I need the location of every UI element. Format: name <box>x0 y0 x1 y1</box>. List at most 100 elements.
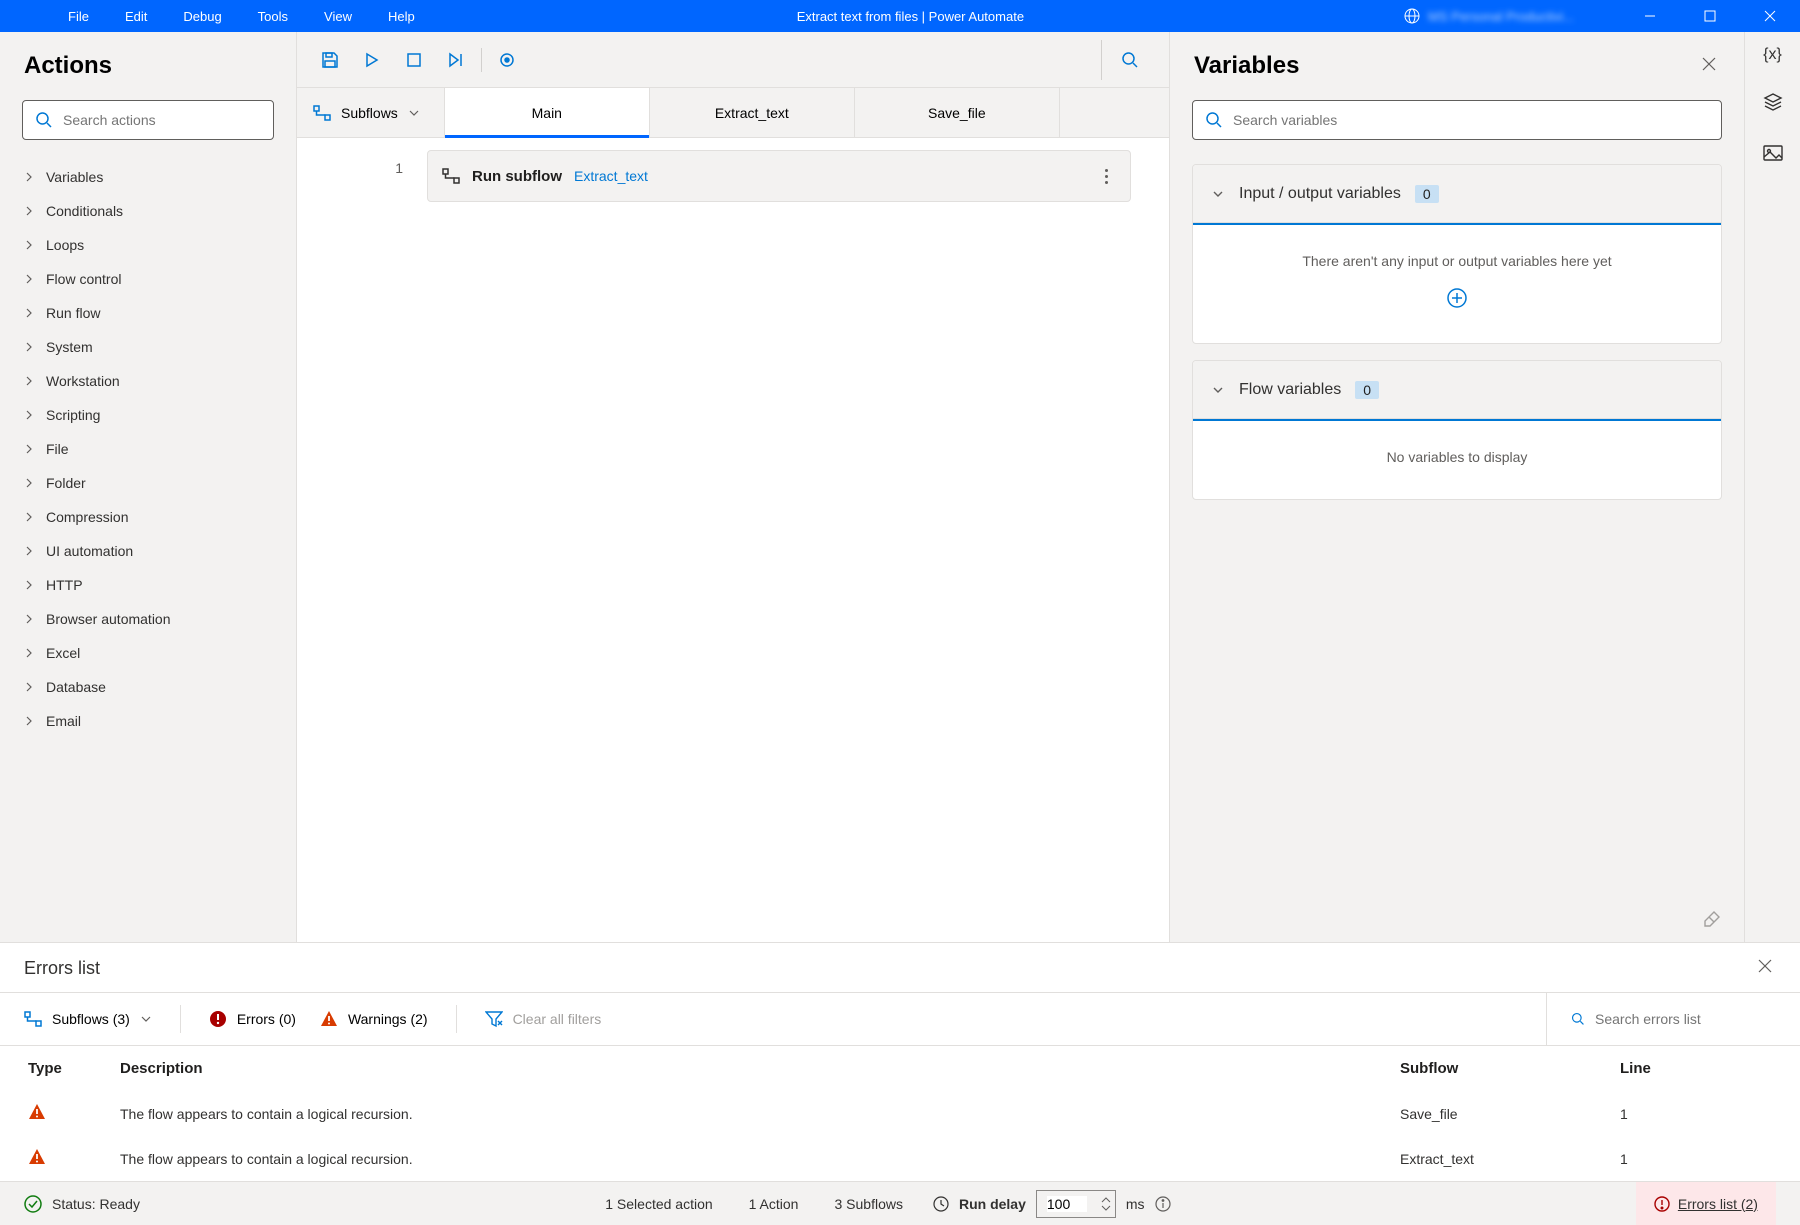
status-actions: 1 Action <box>749 1196 799 1212</box>
menu-tools[interactable]: Tools <box>240 3 306 30</box>
tab-main[interactable]: Main <box>445 88 650 137</box>
actions-search-field[interactable] <box>63 112 261 128</box>
globe-icon <box>1404 8 1420 24</box>
action-cat-browser[interactable]: Browser automation <box>0 602 296 636</box>
close-errors-button[interactable] <box>1754 955 1776 982</box>
action-cat-database[interactable]: Database <box>0 670 296 704</box>
action-cat-loops[interactable]: Loops <box>0 228 296 262</box>
rail-variables-button[interactable]: {x} <box>1763 46 1782 64</box>
step-button[interactable] <box>435 40 477 80</box>
action-cat-uiautomation[interactable]: UI automation <box>0 534 296 568</box>
chevron-down-icon <box>140 1013 152 1025</box>
subflows-dropdown[interactable]: Subflows <box>297 88 445 137</box>
action-cat-file[interactable]: File <box>0 432 296 466</box>
flow-canvas[interactable]: Run subflow Extract_text <box>427 138 1169 942</box>
menu-view[interactable]: View <box>306 3 370 30</box>
maximize-button[interactable] <box>1680 0 1740 32</box>
tab-save-file[interactable]: Save_file <box>855 88 1060 137</box>
flow-variables-toggle[interactable]: Flow variables 0 <box>1193 361 1721 419</box>
actions-title: Actions <box>0 32 296 92</box>
rail-layers-button[interactable] <box>1763 92 1783 117</box>
variables-search-input[interactable] <box>1192 100 1722 140</box>
warning-icon <box>28 1148 46 1166</box>
tab-extract-text[interactable]: Extract_text <box>650 88 855 137</box>
errors-toolbar: Subflows (3) Errors (0) Warnings (2) Cle… <box>0 992 1800 1046</box>
warnings-count-filter[interactable]: Warnings (2) <box>320 1010 428 1028</box>
run-delay-input[interactable] <box>1036 1190 1116 1218</box>
errors-table-header: Type Description Subflow Line <box>0 1046 1800 1091</box>
errors-subflows-filter[interactable]: Subflows (3) <box>24 1011 152 1027</box>
errors-count-filter[interactable]: Errors (0) <box>209 1010 296 1028</box>
menu-file[interactable]: File <box>50 3 107 30</box>
menu-debug[interactable]: Debug <box>165 3 239 30</box>
stop-button[interactable] <box>393 40 435 80</box>
action-run-subflow[interactable]: Run subflow Extract_text <box>427 150 1131 202</box>
action-cat-excel[interactable]: Excel <box>0 636 296 670</box>
close-variables-button[interactable] <box>1698 53 1720 80</box>
action-cat-system[interactable]: System <box>0 330 296 364</box>
subflow-icon <box>313 105 331 121</box>
flow-variables-label: Flow variables <box>1239 381 1341 399</box>
chevron-right-icon <box>24 206 34 216</box>
run-delay-field[interactable] <box>1047 1196 1087 1212</box>
io-variables-toggle[interactable]: Input / output variables 0 <box>1193 165 1721 223</box>
action-cat-runflow[interactable]: Run flow <box>0 296 296 330</box>
rail-images-button[interactable] <box>1763 145 1783 168</box>
eraser-icon[interactable] <box>1702 909 1722 929</box>
action-cat-email[interactable]: Email <box>0 704 296 738</box>
chevron-right-icon <box>24 376 34 386</box>
stop-icon <box>407 53 421 67</box>
action-menu-button[interactable] <box>1097 161 1116 192</box>
chevron-down-icon <box>1211 383 1225 397</box>
close-button[interactable] <box>1740 0 1800 32</box>
clock-icon <box>933 1196 949 1212</box>
col-line: Line <box>1620 1060 1800 1077</box>
account-badge[interactable]: MS Personal Productivi... <box>1388 8 1590 24</box>
menu-bar: File Edit Debug Tools View Help <box>0 3 433 30</box>
variables-search-field[interactable] <box>1233 112 1709 128</box>
table-row[interactable]: The flow appears to contain a logical re… <box>0 1091 1800 1136</box>
line-gutter: 1 <box>297 138 427 942</box>
table-row[interactable]: The flow appears to contain a logical re… <box>0 1136 1800 1181</box>
action-cat-conditionals[interactable]: Conditionals <box>0 194 296 228</box>
search-icon <box>1205 111 1223 129</box>
errors-search[interactable] <box>1546 993 1776 1045</box>
record-button[interactable] <box>486 40 528 80</box>
status-text: Status: Ready <box>52 1196 140 1212</box>
chevron-right-icon <box>24 682 34 692</box>
action-cat-http[interactable]: HTTP <box>0 568 296 602</box>
errors-search-field[interactable] <box>1595 1011 1776 1027</box>
delay-spinner[interactable] <box>1101 1196 1111 1212</box>
chevron-right-icon <box>24 410 34 420</box>
chevron-right-icon <box>24 444 34 454</box>
run-button[interactable] <box>351 40 393 80</box>
chevron-down-icon <box>1211 187 1225 201</box>
menu-help[interactable]: Help <box>370 3 433 30</box>
menu-edit[interactable]: Edit <box>107 3 165 30</box>
action-cat-compression[interactable]: Compression <box>0 500 296 534</box>
status-selected: 1 Selected action <box>605 1196 712 1212</box>
clear-filters-button[interactable]: Clear all filters <box>485 1010 602 1028</box>
add-io-variable-button[interactable] <box>1213 287 1701 309</box>
flow-designer: 1 Run subflow Extract_text <box>297 138 1169 942</box>
action-cat-folder[interactable]: Folder <box>0 466 296 500</box>
chevron-up-icon <box>1101 1196 1111 1204</box>
status-bar: Status: Ready 1 Selected action 1 Action… <box>0 1181 1800 1225</box>
error-description: The flow appears to contain a logical re… <box>120 1151 1400 1167</box>
info-icon[interactable] <box>1155 1196 1171 1212</box>
save-button[interactable] <box>309 40 351 80</box>
run-delay-label: Run delay <box>959 1196 1026 1212</box>
action-cat-variables[interactable]: Variables <box>0 160 296 194</box>
status-errors-link[interactable]: Errors list (2) <box>1636 1182 1776 1225</box>
chevron-right-icon <box>24 580 34 590</box>
action-cat-flowcontrol[interactable]: Flow control <box>0 262 296 296</box>
minimize-button[interactable] <box>1620 0 1680 32</box>
action-cat-workstation[interactable]: Workstation <box>0 364 296 398</box>
action-cat-scripting[interactable]: Scripting <box>0 398 296 432</box>
errors-title: Errors list <box>24 958 1754 979</box>
chevron-down-icon <box>1101 1204 1111 1212</box>
io-variables-label: Input / output variables <box>1239 185 1401 203</box>
actions-search-input[interactable] <box>22 100 274 140</box>
toolbar-search[interactable] <box>1101 40 1157 80</box>
io-variables-section: Input / output variables 0 There aren't … <box>1192 164 1722 344</box>
